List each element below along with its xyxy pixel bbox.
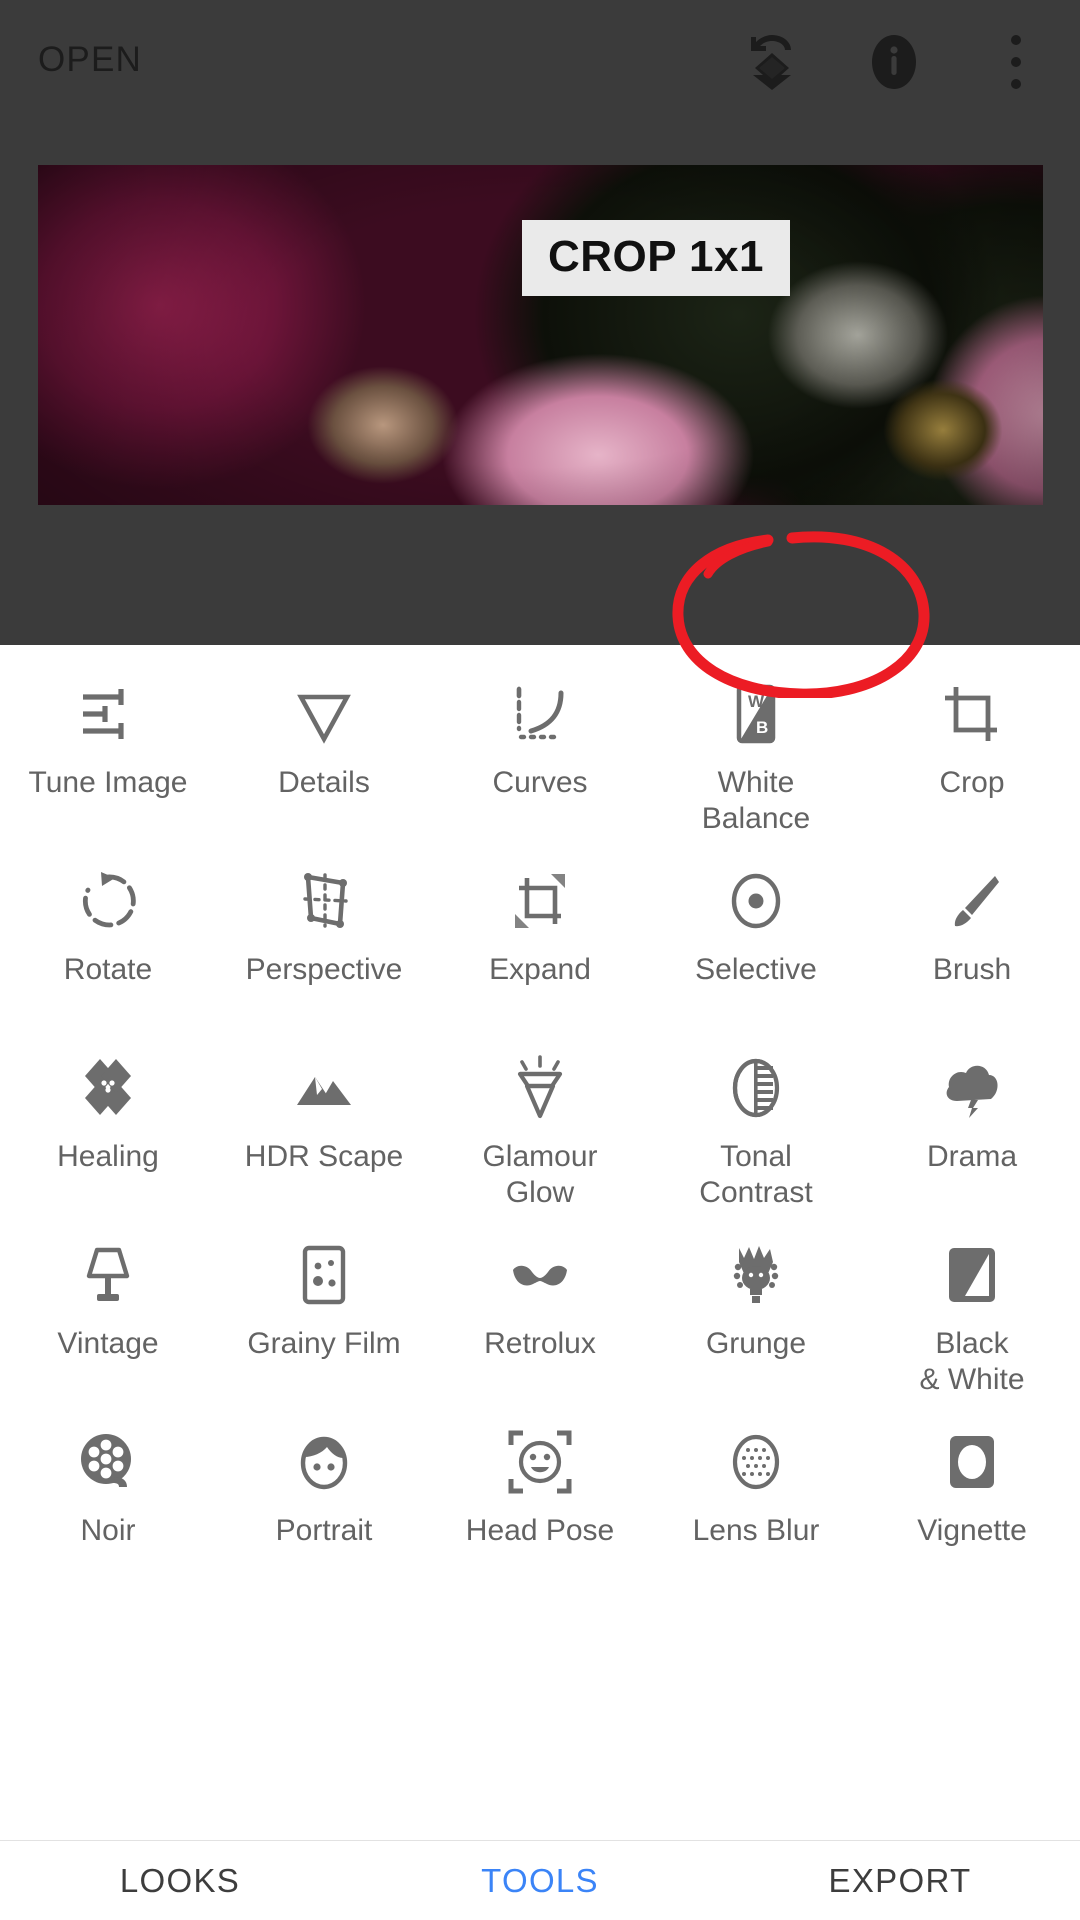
- tool-head-pose[interactable]: Head Pose: [432, 1399, 648, 1586]
- tool-label: Portrait: [275, 1514, 373, 1547]
- tool-lens-blur[interactable]: Lens Blur: [648, 1399, 864, 1586]
- tool-label: White Balance: [701, 765, 811, 836]
- tab-looks[interactable]: LOOKS: [0, 1862, 360, 1900]
- tool-details[interactable]: Details: [216, 651, 432, 838]
- info-icon[interactable]: [864, 30, 924, 94]
- tool-label: HDR Scape: [244, 1140, 404, 1173]
- tool-label: Vintage: [57, 1327, 159, 1360]
- tools-panel: Tune Image Details Curves W B White Bala…: [0, 645, 1080, 1840]
- tool-label: Glamour Glow: [482, 1139, 598, 1210]
- vintage-lamp-icon: [69, 1236, 147, 1314]
- rotate-icon: [69, 862, 147, 940]
- grunge-icon: [717, 1236, 795, 1314]
- tool-crop[interactable]: Crop: [864, 651, 1080, 838]
- svg-text:B: B: [756, 718, 768, 737]
- tool-tune-image[interactable]: Tune Image: [0, 651, 216, 838]
- tool-label: Vignette: [917, 1514, 1027, 1547]
- tool-brush[interactable]: Brush: [864, 838, 1080, 1025]
- tool-drama[interactable]: Drama: [864, 1025, 1080, 1212]
- svg-text:W: W: [748, 692, 765, 711]
- top-app-bar: OPEN: [0, 0, 1080, 140]
- tool-label: Tonal Contrast: [699, 1139, 813, 1210]
- tool-label: Lens Blur: [692, 1514, 820, 1547]
- tool-label: Details: [278, 766, 370, 799]
- lens-blur-icon: [717, 1423, 795, 1501]
- tool-label: Selective: [695, 953, 817, 986]
- drama-icon: [933, 1049, 1011, 1127]
- expand-icon: [501, 862, 579, 940]
- tool-vintage[interactable]: Vintage: [0, 1212, 216, 1399]
- tool-selective[interactable]: Selective: [648, 838, 864, 1025]
- portrait-face-icon: [285, 1423, 363, 1501]
- sliders-icon: [69, 675, 147, 753]
- crop-ratio-badge: CROP 1x1: [522, 220, 790, 296]
- tool-label: Rotate: [63, 953, 153, 986]
- noir-film-reel-icon: [69, 1423, 147, 1501]
- retrolux-moustache-icon: [501, 1236, 579, 1314]
- vignette-icon: [933, 1423, 1011, 1501]
- tool-label: Curves: [492, 766, 588, 799]
- perspective-icon: [285, 862, 363, 940]
- tool-grunge[interactable]: Grunge: [648, 1212, 864, 1399]
- tool-label: Retrolux: [484, 1327, 596, 1360]
- tool-label: Expand: [489, 953, 591, 986]
- tab-export[interactable]: EXPORT: [720, 1862, 1080, 1900]
- tool-label: Perspective: [245, 953, 403, 986]
- undo-stack-icon[interactable]: [742, 30, 802, 94]
- tool-label: Drama: [926, 1140, 1017, 1173]
- snapseed-screen: OPEN CROP 1x1 Tune Image Details Curves …: [0, 0, 1080, 1920]
- tool-hdr-scape[interactable]: HDR Scape: [216, 1025, 432, 1212]
- brush-icon: [933, 862, 1011, 940]
- tab-tools[interactable]: TOOLS: [360, 1862, 720, 1900]
- photo-vignette: [38, 165, 1043, 505]
- tool-black-white[interactable]: Black & White: [864, 1212, 1080, 1399]
- white-balance-icon: W B: [717, 675, 795, 753]
- tool-label: Noir: [80, 1514, 136, 1547]
- tool-label: Brush: [932, 953, 1012, 986]
- black-white-icon: [933, 1236, 1011, 1314]
- crop-icon: [933, 675, 1011, 753]
- tool-vignette[interactable]: Vignette: [864, 1399, 1080, 1586]
- hdr-scape-icon: [285, 1049, 363, 1127]
- tools-grid: Tune Image Details Curves W B White Bala…: [0, 645, 1080, 1586]
- bottom-tab-bar: LOOKS TOOLS EXPORT: [0, 1841, 1080, 1920]
- tool-perspective[interactable]: Perspective: [216, 838, 432, 1025]
- tool-tonal-contrast[interactable]: Tonal Contrast: [648, 1025, 864, 1212]
- tool-label: Grunge: [705, 1327, 807, 1360]
- head-pose-icon: [501, 1423, 579, 1501]
- tool-rotate[interactable]: Rotate: [0, 838, 216, 1025]
- tool-glamour-glow[interactable]: Glamour Glow: [432, 1025, 648, 1212]
- tool-portrait[interactable]: Portrait: [216, 1399, 432, 1586]
- tool-healing[interactable]: Healing: [0, 1025, 216, 1212]
- tool-label: Grainy Film: [247, 1327, 401, 1360]
- tool-label: Black & White: [919, 1326, 1025, 1397]
- open-button[interactable]: OPEN: [38, 40, 142, 80]
- glamour-glow-icon: [501, 1049, 579, 1127]
- tool-label: Head Pose: [465, 1514, 615, 1547]
- curves-icon: [501, 675, 579, 753]
- selective-icon: [717, 862, 795, 940]
- grainy-film-icon: [285, 1236, 363, 1314]
- tool-label: Tune Image: [28, 766, 188, 799]
- tool-noir[interactable]: Noir: [0, 1399, 216, 1586]
- overflow-menu-icon[interactable]: [986, 30, 1046, 94]
- tool-label: Healing: [57, 1140, 159, 1173]
- triangle-icon: [285, 675, 363, 753]
- tool-grainy-film[interactable]: Grainy Film: [216, 1212, 432, 1399]
- tool-label: Crop: [939, 766, 1005, 799]
- tool-curves[interactable]: Curves: [432, 651, 648, 838]
- photo-canvas[interactable]: [38, 165, 1043, 505]
- tool-expand[interactable]: Expand: [432, 838, 648, 1025]
- tool-retrolux[interactable]: Retrolux: [432, 1212, 648, 1399]
- healing-icon: [69, 1049, 147, 1127]
- topbar-actions: [742, 30, 1046, 94]
- tonal-contrast-icon: [717, 1049, 795, 1127]
- tool-white-balance[interactable]: W B White Balance: [648, 651, 864, 838]
